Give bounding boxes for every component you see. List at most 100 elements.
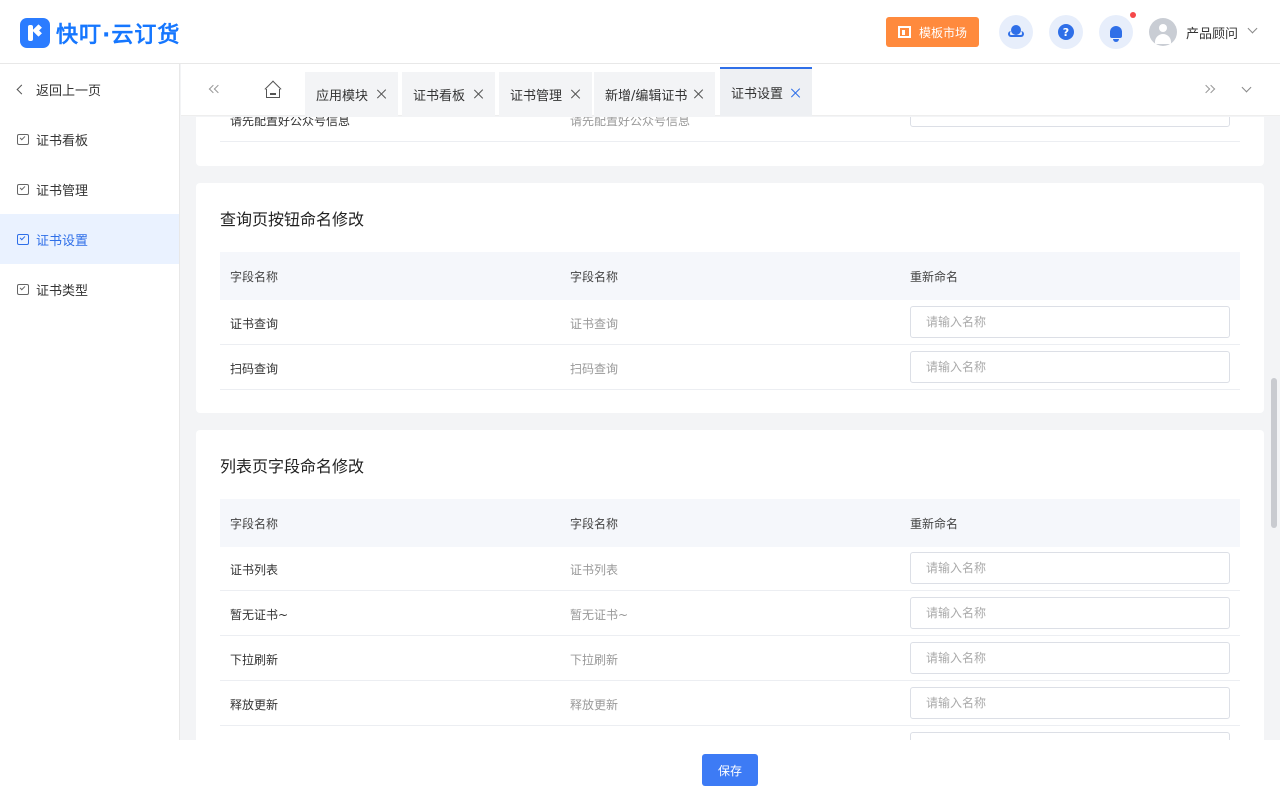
close-icon[interactable]: [694, 89, 704, 99]
field-default: 证书列表: [570, 563, 619, 577]
field-name: 扫码查询: [230, 362, 279, 376]
chevron-left-icon: [16, 84, 27, 94]
avatar[interactable]: [1149, 18, 1177, 46]
sidebar: 返回上一页 证书看板 证书管理 证书设置 证书类型: [0, 64, 180, 740]
field-name: 下拉刷新: [230, 653, 279, 667]
field-default: 下拉刷新: [570, 653, 619, 667]
back-label: 返回上一页: [36, 83, 102, 99]
footer-bar: 保存: [0, 740, 1280, 800]
logo[interactable]: 快叮·云订货: [20, 17, 180, 49]
rename-input[interactable]: [910, 687, 1230, 719]
home-icon[interactable]: [264, 80, 282, 98]
card-wechat-config: 请先配置好公众号信息 请先配置好公众号信息: [196, 117, 1264, 166]
column-header: 重新命名: [910, 270, 959, 284]
table-row: 暂无证书~ 暂无证书~: [220, 591, 1240, 636]
column-header: 字段名称: [230, 517, 279, 531]
column-header: 字段名称: [570, 270, 619, 284]
close-icon[interactable]: [474, 89, 484, 99]
back-link[interactable]: 返回上一页: [0, 64, 179, 114]
sidebar-item-cert-manage[interactable]: 证书管理: [0, 164, 179, 214]
certificate-icon: [17, 133, 29, 145]
logo-mark-icon: [20, 18, 50, 48]
logo-text: 快叮·云订货: [56, 23, 181, 48]
template-market-label: 模板市场: [918, 25, 967, 40]
help-icon: ?: [1058, 24, 1074, 40]
close-icon[interactable]: [377, 89, 387, 99]
sidebar-item-label: 证书看板: [36, 133, 89, 149]
field-name: 证书查询: [230, 317, 279, 331]
table-row: 下拉刷新 下拉刷新: [220, 636, 1240, 681]
section-title: 列表页字段命名修改: [220, 457, 365, 476]
field-default: 暂无证书~: [570, 608, 629, 622]
field-default: 释放更新: [570, 698, 619, 712]
close-icon[interactable]: [791, 88, 801, 98]
rename-input[interactable]: [910, 642, 1230, 674]
tab-app-module[interactable]: 应用模块: [305, 72, 398, 116]
table-header: 字段名称 字段名称 重新命名: [220, 252, 1240, 300]
help-button[interactable]: ?: [1049, 15, 1083, 49]
rename-input[interactable]: [910, 306, 1230, 338]
field-name: 证书列表: [230, 563, 279, 577]
certificate-icon: [17, 233, 29, 245]
sidebar-item-cert-settings[interactable]: 证书设置: [0, 214, 179, 264]
scroll-tabs-right-icon[interactable]: [1201, 84, 1216, 94]
rename-input[interactable]: [910, 732, 1230, 740]
tab-label: 新增/编辑证书: [605, 88, 688, 104]
rename-input[interactable]: [910, 597, 1230, 629]
chevron-down-icon[interactable]: [1247, 23, 1258, 34]
tab-label: 证书设置: [731, 87, 784, 102]
template-market-button[interactable]: 模板市场: [886, 17, 979, 47]
section-title: 查询页按钮命名修改: [220, 210, 365, 229]
rename-input[interactable]: [910, 351, 1230, 383]
bell-icon: [1110, 26, 1122, 42]
template-icon: [897, 26, 911, 38]
rename-input[interactable]: [910, 552, 1230, 584]
sidebar-item-cert-type[interactable]: 证书类型: [0, 264, 179, 314]
column-header: 字段名称: [570, 517, 619, 531]
tab-add-edit-cert[interactable]: 新增/编辑证书: [594, 72, 715, 116]
table-row: 释放更新 释放更新: [220, 681, 1240, 726]
field-default: 请先配置好公众号信息: [570, 117, 691, 128]
sidebar-item-label: 证书类型: [36, 283, 89, 299]
table-header: 字段名称 字段名称 重新命名: [220, 499, 1240, 547]
column-header: 重新命名: [910, 517, 959, 531]
notification-button[interactable]: [1099, 15, 1133, 49]
table-row: 证书查询 证书查询: [220, 300, 1240, 345]
rename-input[interactable]: [910, 117, 1230, 127]
card-query-rename: 查询页按钮命名修改 字段名称 字段名称 重新命名 证书查询 证书查询 扫码查询 …: [196, 183, 1264, 413]
tab-bar: 应用模块 证书看板 证书管理 新增/编辑证书 证书设置: [181, 64, 1280, 116]
chevron-down-icon[interactable]: [1241, 82, 1252, 93]
card-list-rename: 列表页字段命名修改 字段名称 字段名称 重新命名 证书列表 证书列表 暂无证书~…: [196, 430, 1264, 740]
service-icon: [1008, 25, 1024, 39]
field-default: 扫码查询: [570, 362, 619, 376]
main-content: 请先配置好公众号信息 请先配置好公众号信息 查询页按钮命名修改 字段名称 字段名…: [181, 117, 1280, 740]
sidebar-item-label: 证书管理: [36, 183, 89, 199]
tab-label: 证书管理: [510, 88, 563, 104]
save-button[interactable]: 保存: [702, 754, 758, 786]
table-row: 证书列表 证书列表: [220, 546, 1240, 591]
table-row: [220, 726, 1240, 740]
field-name: 释放更新: [230, 698, 279, 712]
scroll-tabs-left-icon[interactable]: [208, 84, 223, 94]
top-header: 快叮·云订货 模板市场 ? 产品顾问: [0, 0, 1280, 64]
table-row: 请先配置好公众号信息 请先配置好公众号信息: [220, 117, 1240, 142]
field-name: 暂无证书~: [230, 608, 289, 622]
tab-label: 应用模块: [316, 88, 369, 104]
field-name: 请先配置好公众号信息: [230, 117, 351, 128]
certificate-icon: [17, 183, 29, 195]
tab-cert-manage[interactable]: 证书管理: [499, 72, 592, 116]
notification-dot: [1130, 12, 1136, 18]
tab-cert-board[interactable]: 证书看板: [402, 72, 495, 116]
customer-service-button[interactable]: [999, 15, 1033, 49]
tab-cert-settings[interactable]: 证书设置: [720, 67, 812, 116]
sidebar-item-cert-board[interactable]: 证书看板: [0, 114, 179, 164]
scrollbar-thumb[interactable]: [1271, 378, 1277, 528]
tab-label: 证书看板: [413, 88, 466, 104]
user-name[interactable]: 产品顾问: [1186, 23, 1238, 42]
column-header: 字段名称: [230, 270, 279, 284]
certificate-icon: [17, 283, 29, 295]
sidebar-item-label: 证书设置: [36, 233, 89, 249]
field-default: 证书查询: [570, 317, 619, 331]
table-row: 扫码查询 扫码查询: [220, 345, 1240, 390]
close-icon[interactable]: [571, 89, 581, 99]
